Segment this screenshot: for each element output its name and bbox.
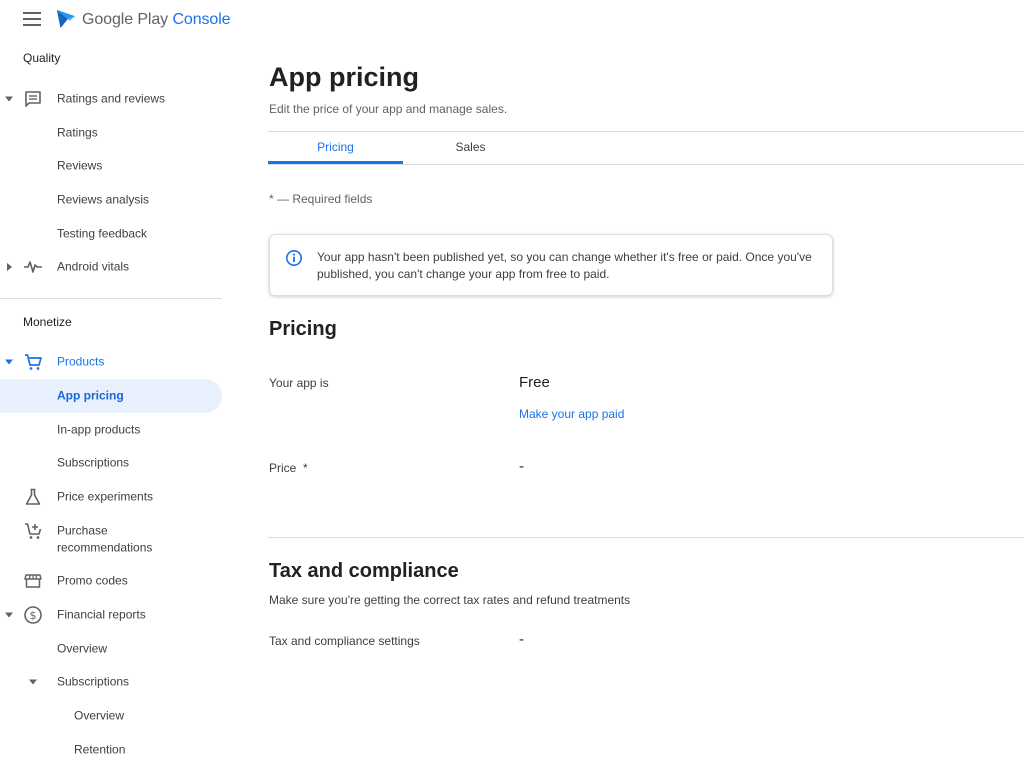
app-header: Google Play Console xyxy=(0,0,232,40)
chevron-down-icon xyxy=(5,96,13,102)
sidebar-item-label: Ratings and reviews xyxy=(57,91,166,106)
sidebar-item-label: Subscriptions xyxy=(57,674,130,689)
sidebar-item-reviews-analysis[interactable]: Reviews analysis xyxy=(0,183,222,217)
sidebar-item-overview[interactable]: Overview xyxy=(0,632,222,666)
sidebar-item-label: Ratings xyxy=(57,125,98,140)
app-pricing-status: Free xyxy=(519,374,550,391)
dollar-circle-icon: $ xyxy=(24,606,42,624)
your-app-is-label: Your app is xyxy=(269,376,329,390)
storefront-icon xyxy=(24,574,42,588)
sidebar-item-ratings[interactable]: Ratings xyxy=(0,116,222,150)
play-console-logo-icon xyxy=(56,9,76,29)
sidebar-divider xyxy=(0,298,222,299)
required-fields-note: * — Required fields xyxy=(269,192,373,206)
sidebar-item-retention[interactable]: Retention xyxy=(0,733,222,767)
chevron-right-icon xyxy=(7,263,12,271)
page-subtitle: Edit the price of your app and manage sa… xyxy=(269,102,508,116)
price-value: - xyxy=(519,458,524,475)
sidebar-item-label: App pricing xyxy=(57,388,124,403)
price-label: Price * xyxy=(269,461,308,475)
pricing-heading: Pricing xyxy=(269,318,337,340)
section-title-quality: Quality xyxy=(23,51,61,65)
page-title: App pricing xyxy=(269,62,419,92)
sidebar-item-in-app-products[interactable]: In-app products xyxy=(0,413,222,447)
sidebar-item-label: Overview xyxy=(57,641,108,656)
chevron-down-icon xyxy=(5,612,13,618)
tax-settings-label: Tax and compliance settings xyxy=(269,634,420,648)
sidebar-item-promo-codes[interactable]: Promo codes xyxy=(0,564,222,598)
menu-icon[interactable] xyxy=(23,12,41,26)
sidebar-item-financial-reports[interactable]: $ Financial reports xyxy=(0,598,222,632)
info-banner: Your app hasn't been published yet, so y… xyxy=(269,234,833,296)
sidebar-item-android-vitals[interactable]: Android vitals xyxy=(0,250,222,284)
svg-text:$: $ xyxy=(30,609,37,622)
sidebar-item-label: In-app products xyxy=(57,422,141,437)
info-banner-text: Your app hasn't been published yet, so y… xyxy=(317,250,812,281)
make-app-paid-link[interactable]: Make your app paid xyxy=(519,407,624,421)
main-content: App pricing Edit the price of your app a… xyxy=(232,0,1024,768)
sidebar-item-ratings-and-reviews[interactable]: Ratings and reviews xyxy=(0,82,222,116)
cart-add-icon xyxy=(25,523,42,539)
vitals-icon xyxy=(24,261,42,273)
sidebar-item-reviews[interactable]: Reviews xyxy=(0,149,222,183)
tab-pricing[interactable]: Pricing xyxy=(268,132,403,164)
tabs-bottom-divider xyxy=(268,164,1024,165)
tab-sales[interactable]: Sales xyxy=(403,132,538,164)
sidebar-item-subscriptions-overview[interactable]: Overview xyxy=(0,699,222,733)
flask-icon xyxy=(25,488,41,505)
sidebar-item-label: Financial reports xyxy=(57,607,146,622)
sidebar-item-label: Products xyxy=(57,354,105,369)
sidebar-item-app-pricing[interactable]: App pricing xyxy=(0,379,222,413)
sidebar-item-testing-feedback[interactable]: Testing feedback xyxy=(0,217,222,251)
sidebar-item-label: Overview xyxy=(74,708,125,723)
sidebar-item-label: Price experiments xyxy=(57,489,154,504)
sidebar-item-label-line2: recommendations xyxy=(57,540,153,555)
tax-settings-value: - xyxy=(519,631,524,648)
info-icon xyxy=(285,249,303,267)
section-divider xyxy=(268,537,1024,538)
sidebar-item-label: Subscriptions xyxy=(57,455,130,470)
sidebar-item-label: Testing feedback xyxy=(57,226,148,241)
chevron-down-icon xyxy=(29,679,37,685)
tax-compliance-heading: Tax and compliance xyxy=(269,560,459,582)
tax-compliance-description: Make sure you're getting the correct tax… xyxy=(269,593,631,607)
sidebar-item-label: Retention xyxy=(74,742,126,757)
section-title-monetize: Monetize xyxy=(23,315,72,329)
sidebar-item-label: Purchase xyxy=(57,523,108,538)
sidebar-item-label: Reviews xyxy=(57,158,103,173)
sidebar-item-subscriptions[interactable]: Subscriptions xyxy=(0,446,222,480)
sidebar: Google Play Console Quality Ratings and … xyxy=(0,0,232,768)
brand-name: Google Play Console xyxy=(82,11,231,28)
sidebar-item-label: Android vitals xyxy=(57,259,130,274)
sidebar-item-price-experiments[interactable]: Price experiments xyxy=(0,480,222,514)
reviews-icon xyxy=(25,91,41,107)
chevron-down-icon xyxy=(5,359,13,365)
cart-icon xyxy=(25,354,42,370)
sidebar-item-products[interactable]: Products xyxy=(0,345,222,379)
sidebar-item-label: Reviews analysis xyxy=(57,192,150,207)
sidebar-item-label: Promo codes xyxy=(57,573,128,588)
sidebar-item-financial-subscriptions[interactable]: Subscriptions xyxy=(0,665,222,699)
sidebar-item-purchase-recommendations[interactable]: Purchase recommendations xyxy=(0,519,222,559)
